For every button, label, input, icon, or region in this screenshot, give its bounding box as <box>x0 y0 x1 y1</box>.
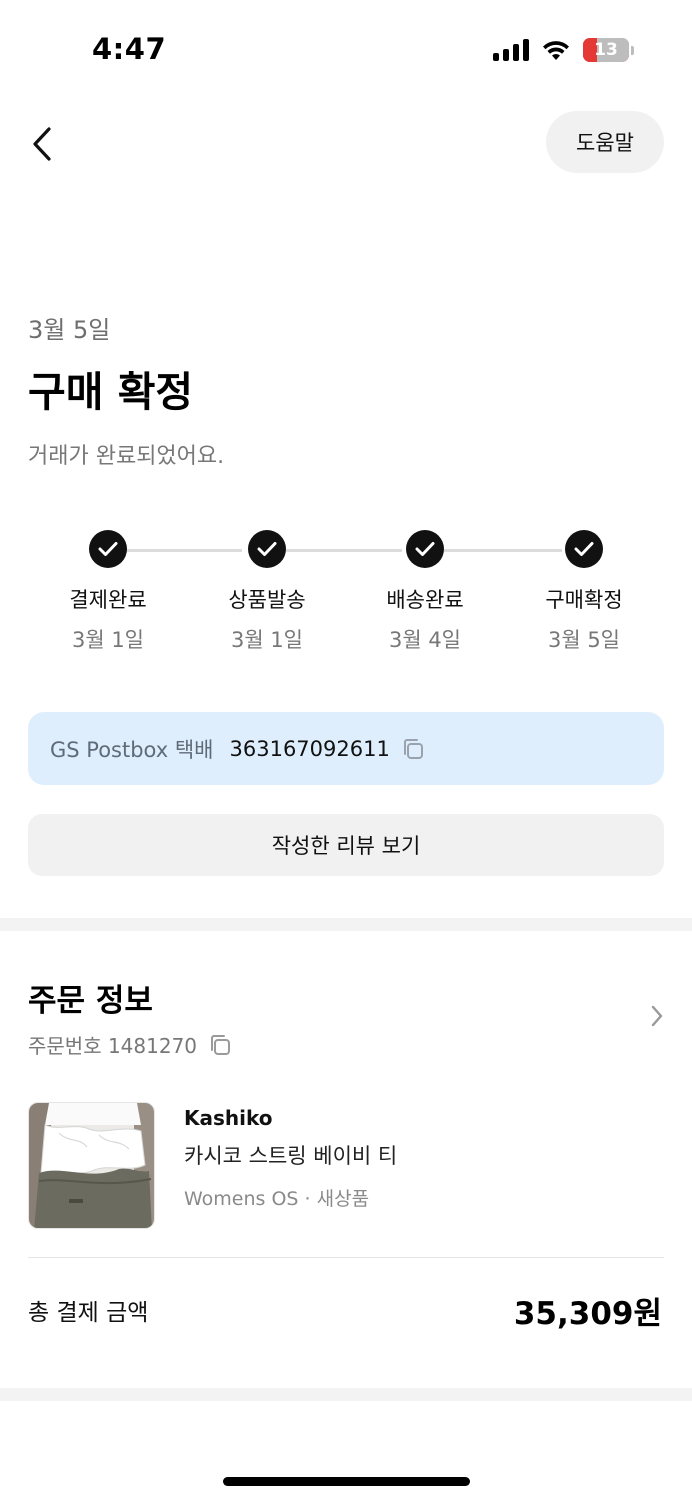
total-payment-label: 총 결제 금액 <box>28 1300 149 1326</box>
step-label: 구매확정 <box>545 588 623 612</box>
step-date: 3월 1일 <box>230 628 304 652</box>
check-icon <box>406 530 444 568</box>
battery-icon: 13 <box>583 38 629 62</box>
total-payment-amount: 35,309원 <box>513 1296 662 1332</box>
home-indicator[interactable] <box>223 1477 470 1486</box>
tracking-carrier: GS Postbox 택배 <box>50 737 214 762</box>
step-date: 3월 1일 <box>71 628 145 652</box>
view-review-button[interactable]: 작성한 리뷰 보기 <box>28 814 664 876</box>
tracking-info-box: GS Postbox 택배 363167092611 <box>28 712 664 785</box>
help-button[interactable]: 도움말 <box>546 111 664 173</box>
chevron-right-icon <box>651 1005 663 1027</box>
back-button[interactable] <box>22 122 62 166</box>
step-label: 상품발송 <box>228 588 306 612</box>
signal-icon <box>493 39 529 61</box>
progress-step-shipped: 상품발송 3월 1일 <box>192 530 342 654</box>
progress-step-confirmed: 구매확정 3월 5일 <box>509 530 659 654</box>
product-brand: Kashiko <box>184 1106 273 1130</box>
battery-tip <box>631 45 634 55</box>
status-icons: 13 <box>493 38 634 62</box>
order-progress-tracker: 결제완료 3월 1일 상품발송 3월 1일 배송완료 3월 4일 구매확정 3월… <box>0 530 692 660</box>
order-info-header: 주문 정보 <box>28 983 153 1019</box>
check-icon <box>89 530 127 568</box>
step-date: 3월 5일 <box>547 628 621 652</box>
check-icon <box>565 530 603 568</box>
order-number: 주문번호 1481270 <box>28 1030 233 1059</box>
step-label: 결제완료 <box>69 588 147 612</box>
copy-icon[interactable] <box>207 1032 233 1058</box>
progress-step-delivered: 배송완료 3월 4일 <box>350 530 500 654</box>
wifi-icon <box>543 41 569 60</box>
step-date: 3월 4일 <box>388 628 462 652</box>
step-label: 배송완료 <box>386 588 464 612</box>
divider-line <box>28 1257 664 1258</box>
order-number-label: 주문번호 1481270 <box>28 1034 198 1058</box>
order-detail-chevron[interactable] <box>650 1004 664 1032</box>
product-name[interactable]: 카시코 스트링 베이비 티 <box>184 1140 397 1170</box>
section-divider <box>0 1388 692 1401</box>
page-subtitle: 거래가 완료되었어요. <box>28 444 225 469</box>
tracking-number[interactable]: 363167092611 <box>230 737 390 761</box>
battery-percent: 13 <box>594 40 618 60</box>
status-bar: 4:47 13 <box>0 0 692 100</box>
progress-step-payment: 결제완료 3월 1일 <box>33 530 183 654</box>
order-status-date: 3월 5일 <box>28 316 111 344</box>
section-divider <box>0 918 692 931</box>
chevron-left-icon <box>33 127 51 161</box>
copy-icon[interactable] <box>400 736 426 762</box>
check-icon <box>248 530 286 568</box>
status-time: 4:47 <box>92 32 167 66</box>
product-image[interactable] <box>28 1102 155 1229</box>
page-title: 구매 확정 <box>28 368 194 416</box>
product-meta: Womens OS · 새상품 <box>184 1188 370 1210</box>
